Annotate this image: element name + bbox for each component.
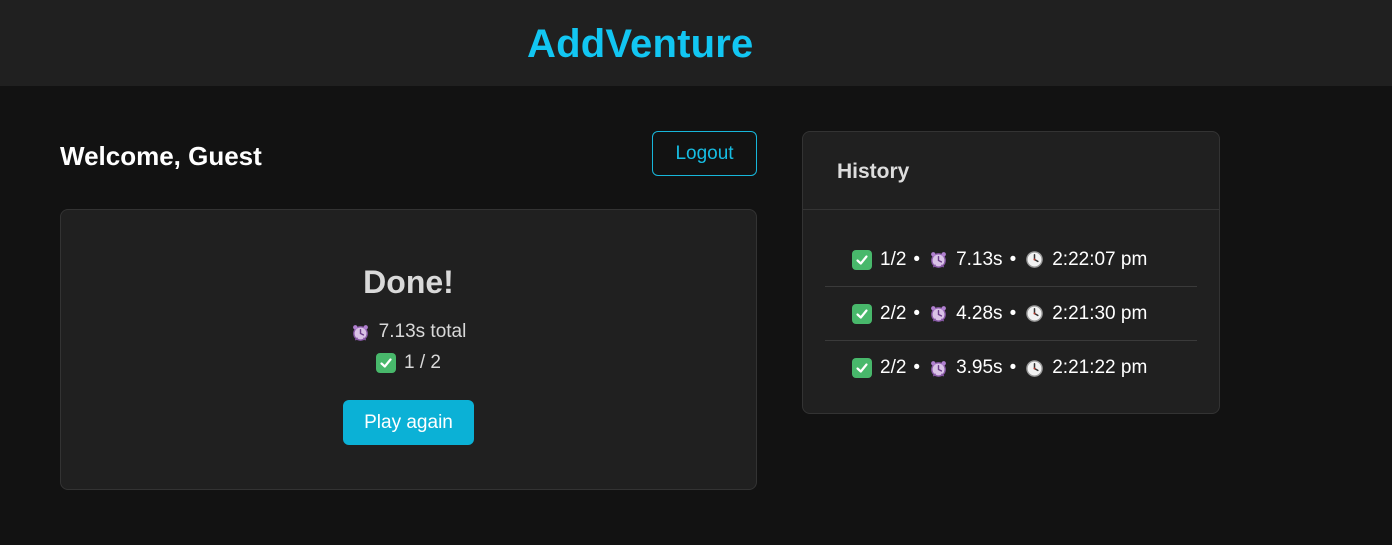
history-score: 2/2: [880, 302, 907, 324]
separator: •: [913, 248, 921, 270]
separator: •: [913, 302, 921, 324]
result-title: Done!: [363, 264, 454, 300]
app-title: AddVenture: [527, 22, 754, 66]
alarm-clock-icon: [928, 358, 948, 378]
history-title: History: [837, 160, 910, 183]
total-time-value: 7.13s total: [378, 321, 467, 342]
check-mark-icon: [376, 353, 396, 373]
alarm-clock-icon: [351, 322, 371, 342]
history-score: 1/2: [880, 248, 907, 270]
welcome-heading: Welcome, Guest: [60, 141, 262, 171]
history-panel: History 1/2 • 7.13s • 2:22:07 pm 2/2 • 4.28s • 2:…: [802, 131, 1220, 414]
check-mark-icon: [852, 303, 872, 324]
alarm-clock-icon: [928, 250, 948, 270]
history-list: 1/2 • 7.13s • 2:22:07 pm 2/2 • 4.28s • 2:21:30 pm…: [825, 233, 1197, 395]
logout-button[interactable]: Logout: [652, 131, 757, 176]
alarm-clock-icon: [928, 304, 948, 324]
history-clock-time: 2:21:30 pm: [1052, 302, 1148, 324]
history-clock-time: 2:22:07 pm: [1052, 248, 1148, 270]
history-row: 2/2 • 4.28s • 2:21:30 pm: [825, 287, 1197, 341]
history-header: History: [803, 132, 1219, 210]
history-clock-time: 2:21:22 pm: [1052, 357, 1148, 378]
separator: •: [1009, 302, 1017, 324]
clock-icon: [1024, 358, 1044, 378]
separator: •: [913, 357, 921, 378]
result-card: Done! 7.13s total 1 / 2 Play again: [60, 209, 757, 490]
separator: •: [1009, 357, 1017, 378]
history-row: 1/2 • 7.13s • 2:22:07 pm: [825, 233, 1197, 287]
history-time: 7.13s: [956, 248, 1003, 270]
top-bar: AddVenture: [0, 0, 1392, 86]
history-row: 2/2 • 3.95s • 2:21:22 pm: [825, 341, 1197, 395]
history-time: 3.95s: [956, 357, 1003, 378]
separator: •: [1009, 248, 1017, 270]
history-score: 2/2: [880, 357, 907, 378]
clock-icon: [1024, 304, 1044, 324]
clock-icon: [1024, 250, 1044, 270]
check-mark-icon: [852, 249, 872, 270]
play-again-button[interactable]: Play again: [343, 400, 474, 445]
history-time: 4.28s: [956, 302, 1003, 324]
check-mark-icon: [852, 358, 872, 378]
score-stat: 1 / 2: [61, 350, 756, 376]
total-time-stat: 7.13s total: [61, 319, 756, 345]
score-value: 1 / 2: [404, 352, 441, 373]
